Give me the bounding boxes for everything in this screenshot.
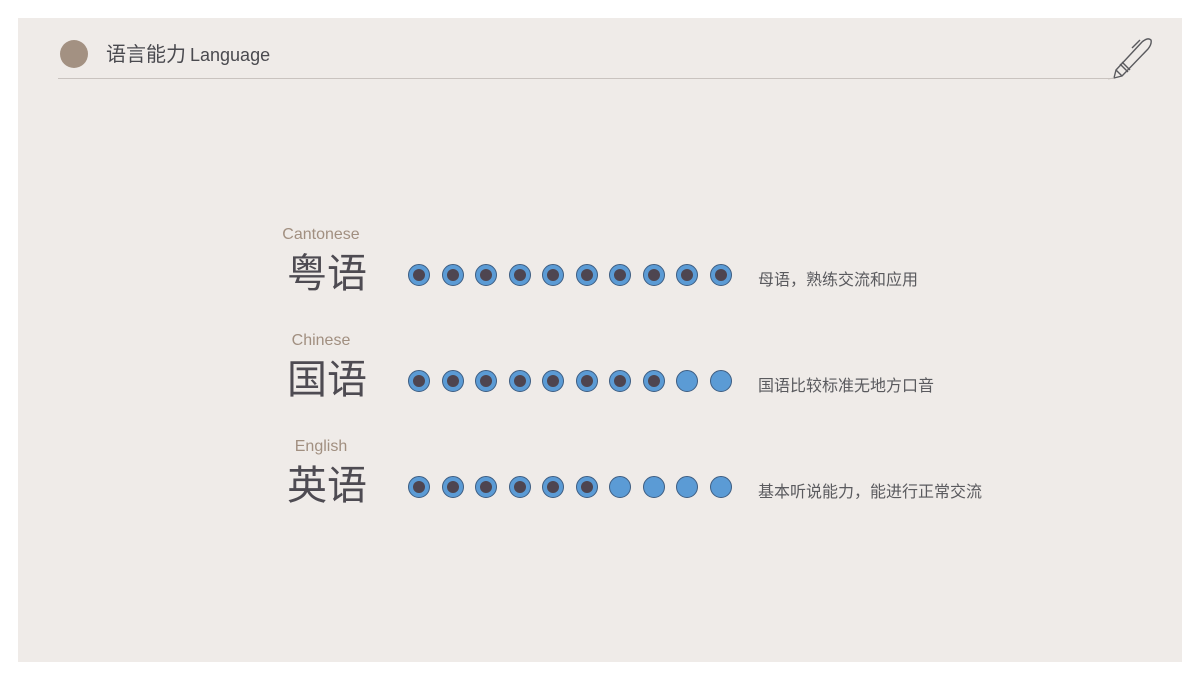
rating-dot-filled <box>441 264 464 286</box>
section-title-en: Language <box>190 45 271 65</box>
language-name-en: Chinese <box>291 332 351 349</box>
slide-background <box>18 18 1182 662</box>
rating-dot-filled <box>642 370 665 392</box>
rating-dot-filled <box>609 370 631 392</box>
rating-dot-filled <box>408 370 430 392</box>
rating-dot-empty <box>609 476 631 498</box>
rating-dot-filled <box>475 370 497 392</box>
rating-dot-filled <box>609 264 631 286</box>
section-title: 语言能力 Language <box>106 40 270 69</box>
rating-dot-empty <box>676 370 698 392</box>
rating-dot-filled <box>475 476 497 498</box>
rating-dot-filled <box>408 476 430 498</box>
rating-dot-filled <box>508 264 531 286</box>
rating-dot-filled <box>575 370 598 392</box>
rating-dot-filled <box>575 476 598 498</box>
rating-dot-filled <box>408 264 430 286</box>
rating-dot-filled <box>575 264 598 286</box>
language-name-en: Cantonese <box>282 226 360 243</box>
language-description: 国语比较标准无地方口音 <box>758 376 935 395</box>
rating-dot-filled <box>542 370 564 392</box>
rating-dot-filled <box>508 370 531 392</box>
rating-dot-empty <box>709 476 732 498</box>
rating-dot-empty <box>642 476 665 498</box>
pen-icon <box>1107 38 1152 80</box>
rating-dot-filled <box>441 370 464 392</box>
rating-dot-filled <box>441 476 464 498</box>
language-name-zh: 粤语 <box>287 251 367 297</box>
rating-dot-filled <box>642 264 665 286</box>
language-name-zh: 国语 <box>287 357 367 403</box>
language-description: 基本听说能力，能进行正常交流 <box>758 482 983 501</box>
rating-dot-filled <box>542 264 564 286</box>
section-title-zh: 语言能力 <box>106 42 186 66</box>
rating-dot-filled <box>508 476 531 498</box>
rating-dot-empty <box>709 370 732 392</box>
language-name-zh: 英语 <box>287 463 367 509</box>
rating-dot-filled <box>709 264 732 286</box>
language-name-en: English <box>294 438 348 455</box>
header-divider <box>58 78 1114 79</box>
header-bullet-icon <box>60 40 88 68</box>
rating-dot-filled <box>475 264 497 286</box>
rating-dot-empty <box>676 476 698 498</box>
rating-dot-filled <box>676 264 698 286</box>
language-description: 母语，熟练交流和应用 <box>758 270 919 289</box>
rating-dot-filled <box>542 476 564 498</box>
